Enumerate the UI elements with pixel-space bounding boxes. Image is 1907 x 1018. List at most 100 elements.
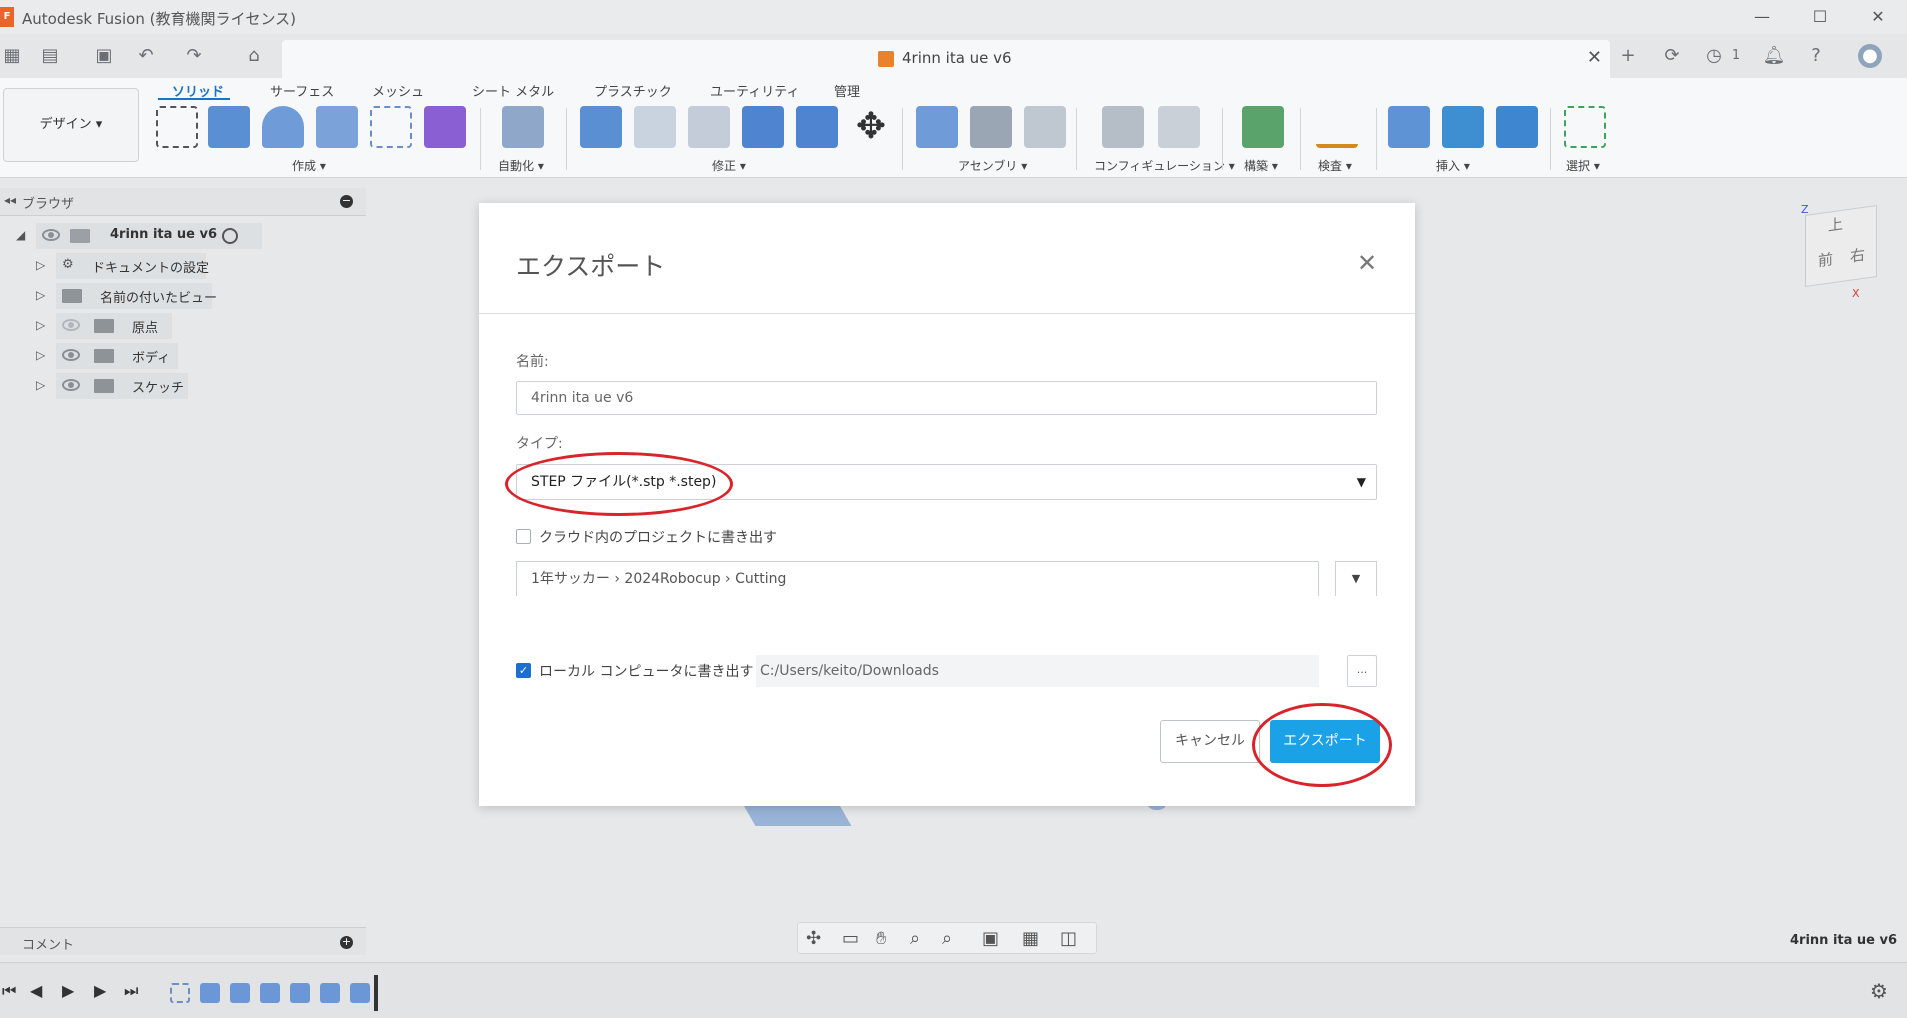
timeline-marker[interactable] [374,975,378,1011]
timeline-feature-icon[interactable] [320,983,340,1003]
configuration-icon[interactable] [1102,106,1144,148]
visibility-eye-icon[interactable] [62,379,80,391]
timeline-feature-icon[interactable] [260,983,280,1003]
minimize-icon[interactable]: — [1742,4,1782,30]
file-menu-icon[interactable]: ▤ [38,44,62,68]
group-configuration[interactable]: コンフィギュレーション ▾ [1094,157,1235,174]
group-inspect[interactable]: 検査 ▾ [1318,157,1352,174]
expand-arrow-icon[interactable]: ▷ [36,348,45,362]
expand-arrow-icon[interactable]: ▷ [36,288,45,302]
cloud-path-breadcrumb[interactable]: 1年サッカー › 2024Robocup › Cutting [516,561,1319,596]
orbit-icon[interactable]: ✣ [806,928,821,949]
hole-icon[interactable] [316,106,358,148]
tab-sheet-metal[interactable]: シート メタル [472,81,554,100]
create-sketch-icon[interactable] [156,106,198,148]
create-form-icon[interactable] [424,106,466,148]
close-window-icon[interactable]: ✕ [1858,4,1898,30]
sync-icon[interactable]: ⟳ [1660,44,1684,68]
group-create[interactable]: 作成 ▾ [292,157,326,174]
viewcube-front-face[interactable]: 前 [1818,248,1833,271]
browser-item-sketches[interactable]: ▷ スケッチ [36,373,216,399]
timeline-feature-icon[interactable] [290,983,310,1003]
insert-mcmaster-icon[interactable] [1442,106,1484,148]
display-settings-icon[interactable]: ▣ [982,928,999,949]
tab-mesh[interactable]: メッシュ [372,81,424,100]
browser-item-named-views[interactable]: ▷ 名前の付いたビュー [36,283,217,309]
workspace-switcher[interactable]: デザイン ▾ [3,88,139,162]
move-icon[interactable]: ✥ [850,106,892,148]
name-field[interactable]: 4rinn ita ue v6 [516,381,1377,415]
chevron-down-icon[interactable]: ▼ [1335,561,1377,596]
timeline-settings-gear-icon[interactable]: ⚙ [1870,979,1888,1003]
joint-icon[interactable] [970,106,1012,148]
viewcube[interactable]: 上 前 右 [1805,204,1877,288]
step-back-icon[interactable]: ◀ [30,981,42,1000]
timeline-sketch-icon[interactable] [170,983,190,1003]
group-assembly[interactable]: アセンブリ ▾ [958,157,1027,174]
cloud-export-checkbox[interactable] [516,529,531,544]
app-grid-icon[interactable]: ▦ [0,44,24,68]
undo-icon[interactable]: ↶ [134,44,158,68]
collapse-panel-icon[interactable]: ◂◂ [4,193,16,207]
grid-settings-icon[interactable]: ▦ [1022,928,1039,949]
go-to-end-icon[interactable]: ⏭ [124,981,138,1001]
extrude-icon[interactable] [208,106,250,148]
local-export-checkbox[interactable]: ✓ [516,663,531,678]
browser-item-origin[interactable]: ▷ 原点 [36,313,216,339]
shell-icon[interactable] [688,106,730,148]
maximize-icon[interactable]: ☐ [1800,4,1840,30]
browser-item-document-settings[interactable]: ▷ ⚙ ドキュメントの設定 [36,253,216,279]
local-path-field[interactable]: C:/Users/keito/Downloads [756,655,1319,687]
measure-icon[interactable] [1316,106,1358,148]
add-comment-icon[interactable]: + [340,936,353,949]
fit-icon[interactable]: ⌕ [942,928,952,949]
fillet-icon[interactable] [634,106,676,148]
bill-of-materials-icon[interactable] [1024,106,1066,148]
dialog-close-icon[interactable]: ✕ [1357,251,1377,275]
viewcube-right-face[interactable]: 右 [1850,244,1865,267]
viewcube-top-face[interactable]: 上 [1828,213,1843,236]
construct-plane-icon[interactable] [1242,106,1284,148]
visibility-eye-icon[interactable] [42,229,60,241]
revolve-icon[interactable] [262,106,304,148]
go-to-start-icon[interactable]: ⏮ [2,981,16,1001]
pattern-icon[interactable] [370,106,412,148]
group-automate[interactable]: 自動化 ▾ [498,157,544,174]
tab-plastic[interactable]: プラスチック [594,81,672,100]
viewports-icon[interactable]: ◫ [1060,928,1077,949]
press-pull-icon[interactable] [580,106,622,148]
timeline-extrude-icon[interactable] [200,983,220,1003]
new-tab-icon[interactable]: + [1616,44,1640,68]
automate-icon[interactable] [502,106,544,148]
redo-icon[interactable]: ↷ [182,44,206,68]
play-icon[interactable]: ▶ [62,981,74,1000]
pan-icon[interactable]: ✋︎ [876,928,886,949]
expand-arrow-icon[interactable]: ▷ [36,258,45,272]
expand-arrow-icon[interactable]: ▷ [36,318,45,332]
browser-item-bodies[interactable]: ▷ ボディ [36,343,216,369]
group-insert[interactable]: 挿入 ▾ [1436,157,1470,174]
look-at-icon[interactable]: ▭ [842,928,859,949]
expand-arrow-icon[interactable]: ◢ [16,228,25,242]
help-icon[interactable]: ? [1804,44,1828,68]
step-forward-icon[interactable]: ▶ [94,981,106,1000]
chevron-down-icon[interactable]: ▼ [1357,465,1366,499]
group-select[interactable]: 選択 ▾ [1566,157,1600,174]
zoom-icon[interactable]: ⌕ [910,928,920,949]
document-tab[interactable]: 4rinn ita ue v6 ✕ [282,40,1610,78]
notifications-icon[interactable]: 🔔︎ [1762,44,1786,68]
browse-button[interactable]: ... [1347,655,1377,687]
insert-derive-icon[interactable] [1388,106,1430,148]
visibility-eye-icon[interactable] [62,349,80,361]
job-status-icon[interactable]: ◷ [1702,44,1726,68]
configuration-table-icon[interactable] [1158,106,1200,148]
combine-icon[interactable] [742,106,784,148]
browser-minimize-icon[interactable]: − [340,195,353,208]
hidden-eye-icon[interactable] [62,319,80,331]
browser-root[interactable]: ◢ 4rinn ita ue v6 [16,223,262,249]
select-window-icon[interactable] [1564,106,1606,148]
user-avatar-icon[interactable]: ● [1858,44,1882,68]
group-construct[interactable]: 構築 ▾ [1244,157,1278,174]
insert-canvas-icon[interactable] [1496,106,1538,148]
timeline-feature-icon[interactable] [350,983,370,1003]
